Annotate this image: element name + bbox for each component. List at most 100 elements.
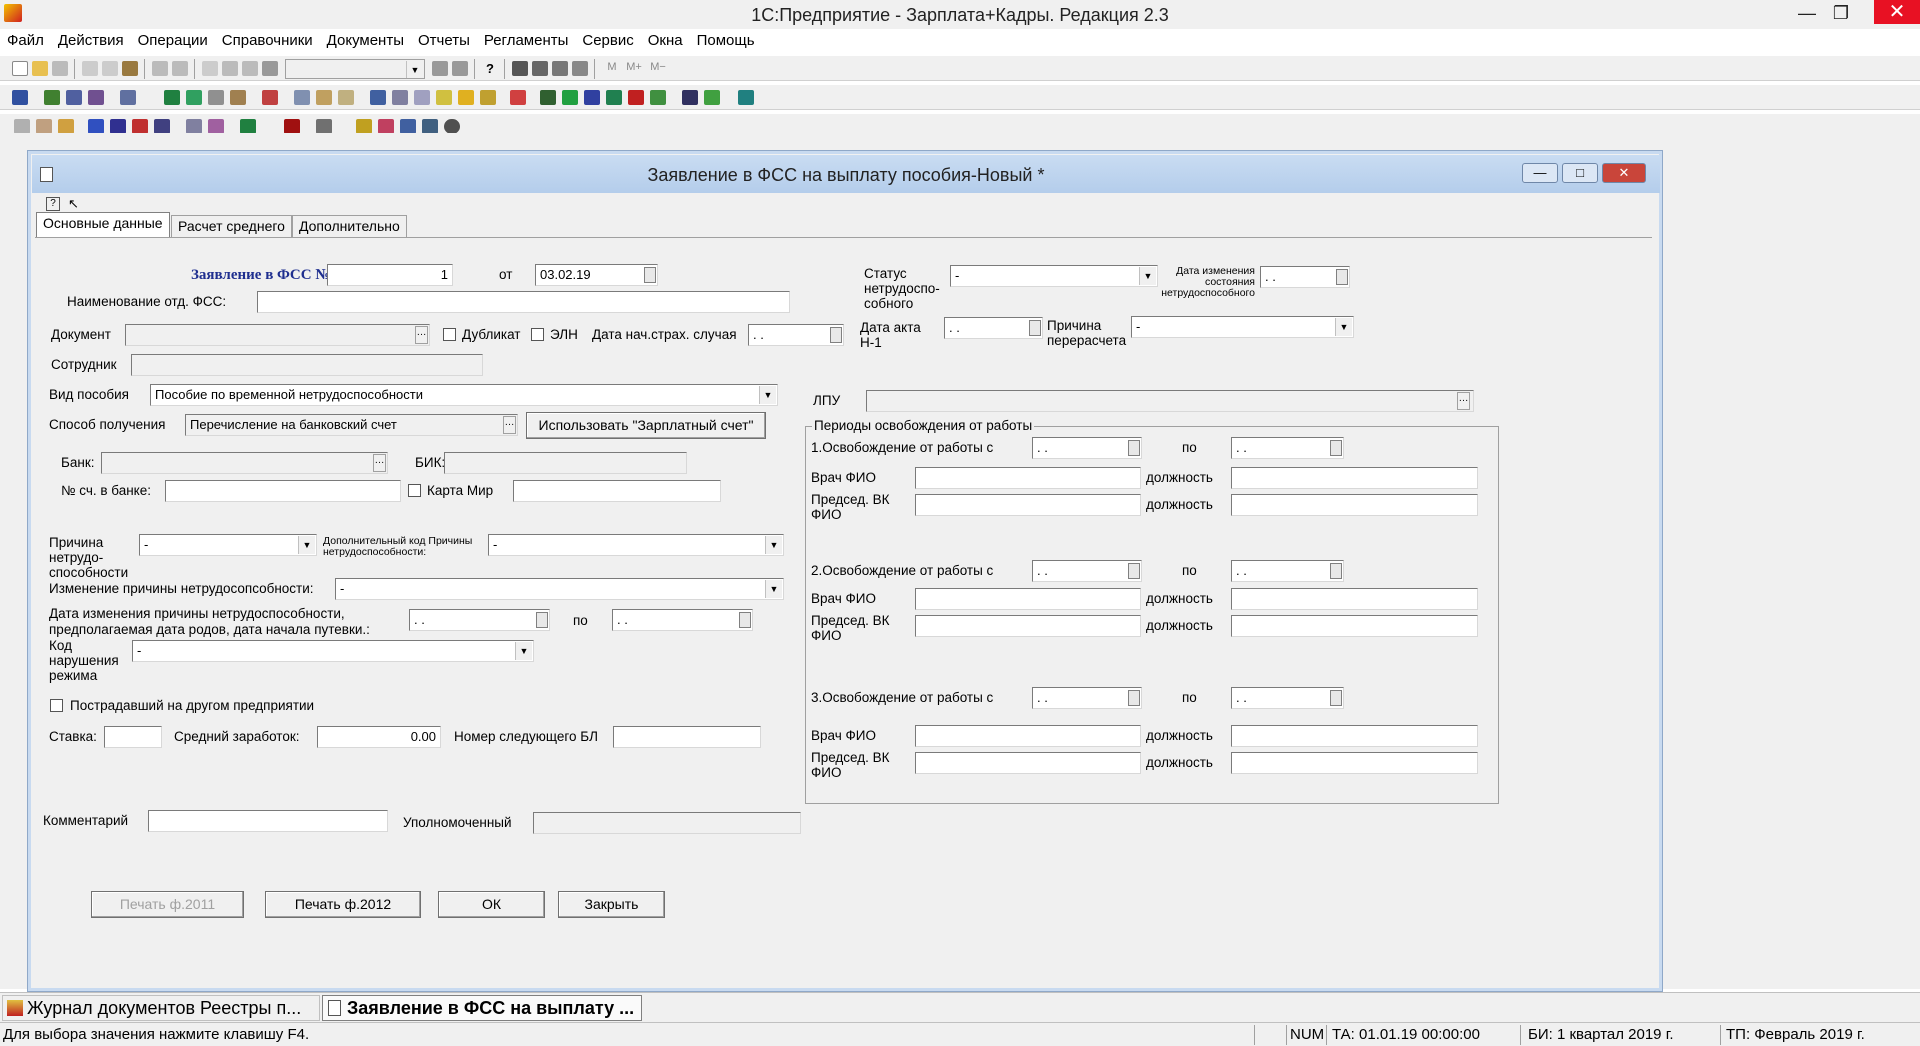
menu-operations[interactable]: Операции — [131, 29, 215, 53]
doc-icon-3[interactable] — [66, 90, 82, 105]
document-input[interactable]: … — [125, 324, 430, 346]
change-to-input[interactable]: . . — [612, 609, 753, 631]
menu-regulations[interactable]: Регламенты — [477, 29, 576, 53]
account-input[interactable] — [165, 480, 401, 502]
doc-icon-10[interactable] — [262, 90, 278, 105]
report-icon-9[interactable] — [208, 119, 224, 134]
rate-input[interactable] — [104, 726, 162, 748]
chair-position-input[interactable] — [1231, 494, 1478, 516]
reason-change-select[interactable]: - ▼ — [335, 578, 784, 600]
doc-icon-25[interactable] — [628, 90, 644, 105]
redo-icon[interactable] — [242, 61, 258, 76]
menu-actions[interactable]: Действия — [51, 29, 131, 53]
chevron-down-icon[interactable]: ▼ — [515, 642, 532, 660]
calendar-icon[interactable] — [532, 61, 548, 76]
other-company-checkbox[interactable] — [50, 699, 63, 712]
menu-service[interactable]: Сервис — [575, 29, 640, 53]
calendar-icon[interactable] — [1029, 320, 1041, 336]
calendar-icon[interactable] — [739, 612, 751, 628]
doc-icon-23[interactable] — [584, 90, 600, 105]
doc-icon-20[interactable] — [510, 90, 526, 105]
undo-icon[interactable] — [222, 61, 238, 76]
calendar-icon[interactable] — [1128, 690, 1140, 706]
doc-icon-21[interactable] — [540, 90, 556, 105]
app-restore-button[interactable]: ❐ — [1822, 2, 1860, 26]
messages-icon[interactable] — [552, 61, 568, 76]
period-to-input[interactable]: . . — [1231, 560, 1344, 582]
report-icon-17[interactable] — [444, 119, 460, 134]
copy-icon[interactable] — [102, 61, 118, 76]
select-dots-icon[interactable]: … — [373, 454, 386, 472]
memory-plus-icon[interactable]: M+ — [624, 61, 644, 76]
app-minimize-button[interactable]: — — [1788, 2, 1826, 26]
doc-icon-17[interactable] — [436, 90, 452, 105]
report-icon-4[interactable] — [88, 119, 104, 134]
memory-minus-icon[interactable]: M− — [648, 61, 668, 76]
mir-card-checkbox[interactable] — [408, 484, 421, 497]
app-number-input[interactable]: 1 — [327, 264, 453, 286]
doc-icon-16[interactable] — [414, 90, 430, 105]
print-2011-button[interactable]: Печать ф.2011 — [91, 891, 244, 918]
report-icon-7[interactable] — [154, 119, 170, 134]
calendar-icon[interactable] — [536, 612, 548, 628]
new-icon[interactable] — [12, 61, 28, 76]
period-to-input[interactable]: . . — [1231, 687, 1344, 709]
doc-icon-1[interactable] — [12, 90, 28, 105]
insured-date-input[interactable]: . . — [748, 324, 844, 346]
calc-icon[interactable] — [512, 61, 528, 76]
violation-select[interactable]: - ▼ — [132, 640, 534, 662]
save-icon[interactable] — [52, 61, 68, 76]
doctor-position-input[interactable] — [1231, 467, 1478, 489]
doc-icon-13[interactable] — [338, 90, 354, 105]
calendar-icon[interactable] — [1330, 563, 1342, 579]
report-icon-11[interactable] — [284, 119, 300, 134]
duplicate-checkbox[interactable] — [443, 328, 456, 341]
period-to-input[interactable]: . . — [1231, 437, 1344, 459]
bank-input[interactable]: … — [101, 452, 388, 474]
edit-text-icon[interactable] — [572, 61, 588, 76]
comment-input[interactable] — [148, 810, 388, 832]
employee-input[interactable] — [131, 354, 483, 376]
menu-documents[interactable]: Документы — [320, 29, 411, 53]
doc-icon-8[interactable] — [208, 90, 224, 105]
doc-help-icon[interactable]: ? — [46, 197, 60, 211]
doc-restore-button[interactable]: □ — [1562, 163, 1598, 183]
print-2012-button[interactable]: Печать ф.2012 — [265, 891, 421, 918]
select-all-icon[interactable] — [202, 61, 218, 76]
period-from-input[interactable]: . . — [1032, 560, 1142, 582]
report-icon-6[interactable] — [132, 119, 148, 134]
report-icon-1[interactable] — [14, 119, 30, 134]
report-icon-12[interactable] — [316, 119, 332, 134]
act-date-input[interactable]: . . — [944, 317, 1043, 339]
doc-icon-5[interactable] — [120, 90, 136, 105]
doc-icon-7[interactable] — [186, 90, 202, 105]
doc-icon-19[interactable] — [480, 90, 496, 105]
doc-icon-27[interactable] — [682, 90, 698, 105]
doc-icon-28[interactable] — [704, 90, 720, 105]
doc-icon-26[interactable] — [650, 90, 666, 105]
doc-icon-22[interactable] — [562, 90, 578, 105]
menu-references[interactable]: Справочники — [215, 29, 320, 53]
task-current[interactable]: Заявление в ФСС на выплату ... — [322, 995, 642, 1021]
find-icon[interactable] — [262, 61, 278, 76]
doc-icon-9[interactable] — [230, 90, 246, 105]
help-icon[interactable]: ? — [482, 61, 498, 76]
doctor-position-input[interactable] — [1231, 725, 1478, 747]
doctor-name-input[interactable] — [915, 725, 1141, 747]
chevron-down-icon[interactable]: ▼ — [759, 386, 776, 404]
recalc-select[interactable]: - ▼ — [1131, 316, 1354, 338]
chair-position-input[interactable] — [1231, 615, 1478, 637]
doc-minimize-button[interactable]: — — [1522, 163, 1558, 183]
change-from-input[interactable]: . . — [409, 609, 550, 631]
tab-average[interactable]: Расчет среднего — [171, 215, 292, 237]
doc-icon-11[interactable] — [294, 90, 310, 105]
menu-help[interactable]: Помощь — [690, 29, 762, 53]
report-icon-13[interactable] — [356, 119, 372, 134]
calendar-icon[interactable] — [830, 327, 842, 343]
report-icon-16[interactable] — [422, 119, 438, 134]
ok-button[interactable]: ОК — [438, 891, 545, 918]
tab-additional[interactable]: Дополнительно — [292, 215, 407, 237]
doc-icon-12[interactable] — [316, 90, 332, 105]
mir-card-input[interactable] — [513, 480, 721, 502]
doc-icon-6[interactable] — [164, 90, 180, 105]
